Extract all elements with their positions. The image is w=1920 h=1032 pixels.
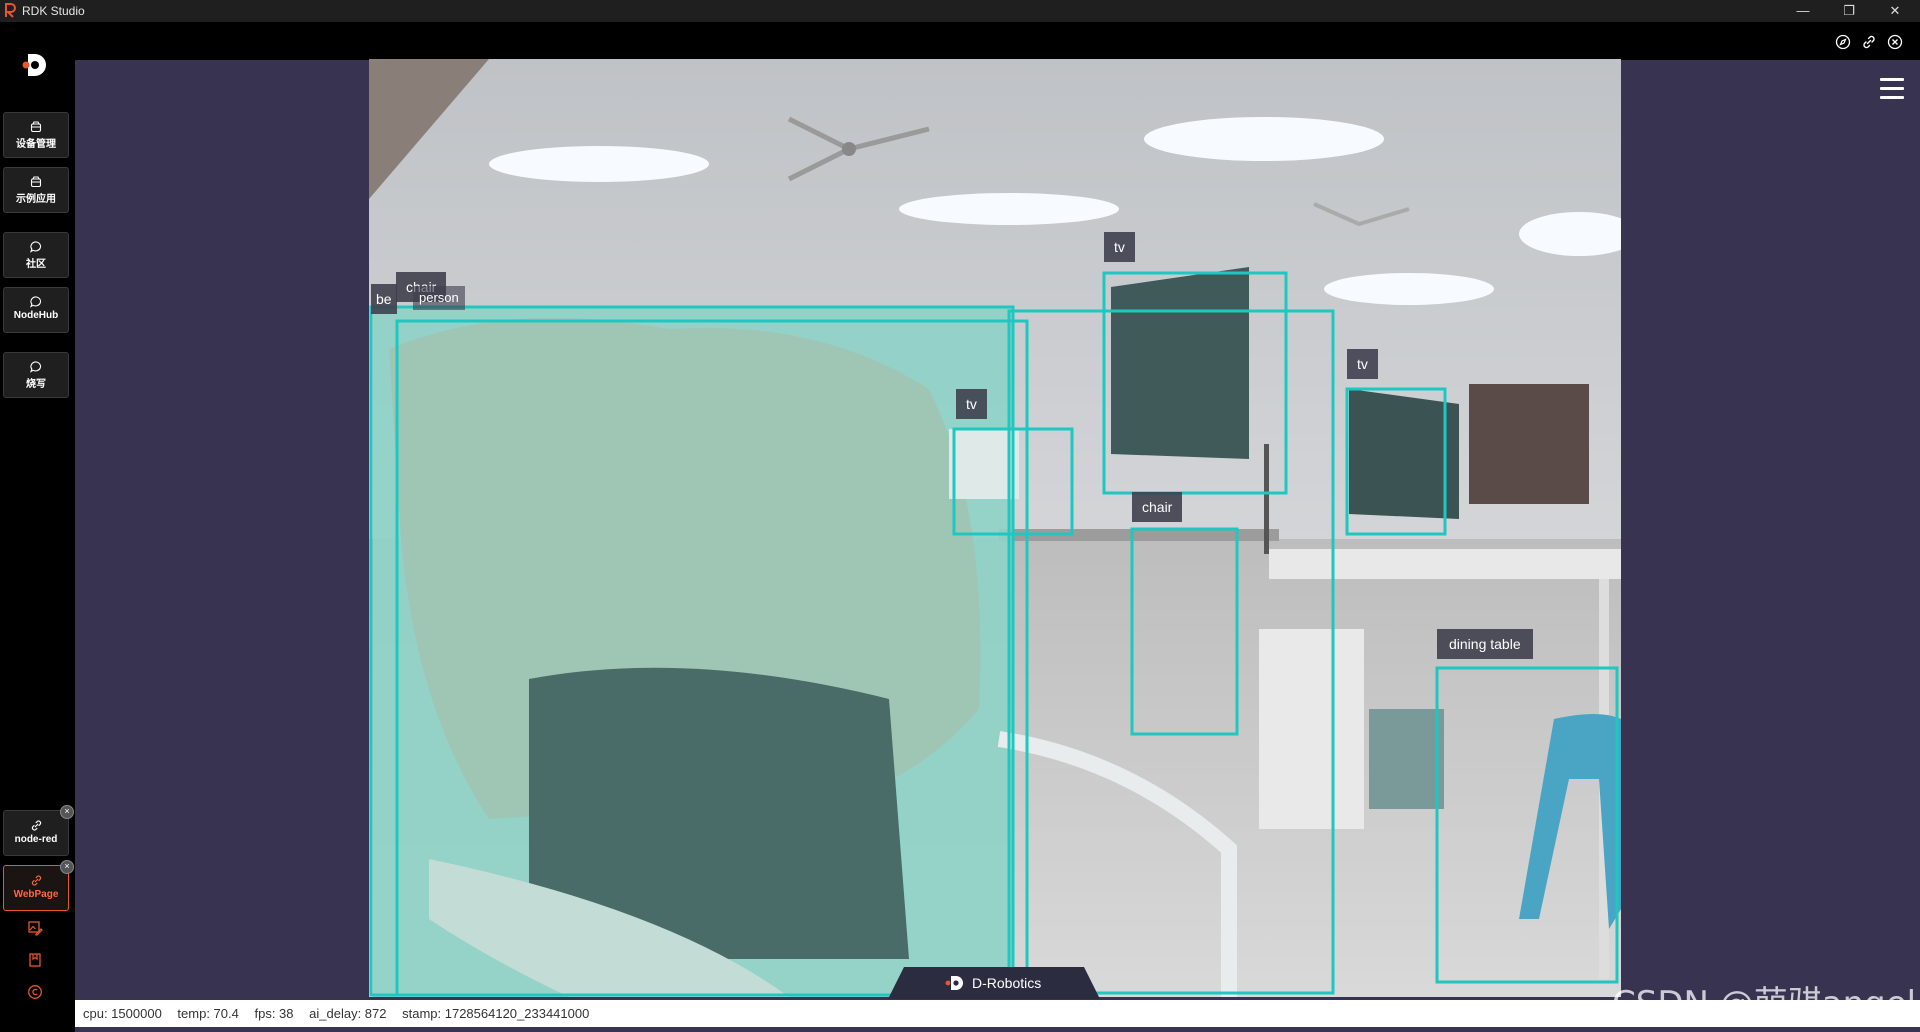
detection-label: tv <box>1104 232 1135 262</box>
pinned-tab-node-red[interactable]: node-red × <box>3 805 74 856</box>
d-robotics-logo-icon <box>945 976 963 990</box>
app-logo-icon <box>5 3 16 18</box>
brand-tag: D-Robotics <box>888 967 1100 999</box>
top-bar <box>0 22 1920 60</box>
title-bar: RDK Studio — ❐ ✕ <box>0 0 1920 22</box>
detection-label: be <box>371 284 397 314</box>
detection-label: tv <box>956 389 987 419</box>
detection-label: tv <box>1347 349 1378 379</box>
detection-label: dining table <box>1437 629 1533 659</box>
package-icon <box>30 176 42 188</box>
pinned-tab-label: WebPage <box>13 889 59 900</box>
minimize-button[interactable]: — <box>1780 0 1826 22</box>
chat-icon <box>29 241 41 253</box>
sidebar-item-nodehub[interactable]: NodeHub <box>3 287 69 333</box>
close-circle-icon[interactable] <box>1887 34 1903 50</box>
status-stamp: stamp: 1728564120_233441000 <box>402 1006 590 1021</box>
close-tab-icon[interactable]: × <box>60 805 74 819</box>
pinned-tab-label: node-red <box>14 834 58 845</box>
sidebar-item-label: 社区 <box>26 259 46 270</box>
link-icon[interactable] <box>1861 34 1877 50</box>
d-robotics-logo-icon <box>22 54 46 76</box>
window-title: RDK Studio <box>22 4 85 18</box>
compass-icon[interactable] <box>1835 34 1851 50</box>
status-cpu: cpu: 1500000 <box>83 1006 162 1021</box>
copyright-icon[interactable] <box>27 984 43 1000</box>
camera-frame <box>369 59 1621 997</box>
sidebar-item-label: 示例应用 <box>16 194 56 205</box>
status-temp: temp: 70.4 <box>177 1006 239 1021</box>
status-ai-delay: ai_delay: 872 <box>309 1006 387 1021</box>
watermark: CSDN @萌骐angel <box>1612 984 1917 1024</box>
brand-name: D-Robotics <box>972 975 1042 991</box>
close-tab-icon[interactable]: × <box>60 860 74 874</box>
detection-label: chair <box>1132 492 1183 522</box>
chat-icon <box>29 296 41 308</box>
pinned-tab-webpage[interactable]: WebPage × <box>3 860 74 911</box>
restore-icon: ❐ <box>1843 3 1855 18</box>
link-icon <box>31 875 41 886</box>
link-icon <box>31 820 41 831</box>
status-fps: fps: 38 <box>254 1006 294 1021</box>
sidebar-item-label: 烧写 <box>26 379 46 390</box>
chat-icon <box>29 361 41 373</box>
sidebar-item-flash[interactable]: 烧写 <box>3 352 69 398</box>
package-icon <box>30 121 42 133</box>
sidebar-item-community[interactable]: 社区 <box>3 232 69 278</box>
sidebar-item-label: NodeHub <box>13 310 59 321</box>
sidebar: 设备管理 示例应用 社区 NodeHub 烧写 node-red × WebPa… <box>0 22 75 1032</box>
sidebar-item-device-management[interactable]: 设备管理 <box>3 112 69 158</box>
menu-icon[interactable] <box>1880 78 1904 100</box>
detection-label: person <box>413 286 465 310</box>
restore-button[interactable]: ❐ <box>1826 0 1872 22</box>
close-icon: ✕ <box>1889 3 1901 18</box>
bookmark-icon[interactable] <box>27 952 43 968</box>
close-window-button[interactable]: ✕ <box>1872 0 1918 22</box>
image-edit-icon[interactable] <box>27 920 43 936</box>
minimize-icon: — <box>1796 3 1810 18</box>
camera-feed: chair be person tv tv tv chair dining ta… <box>369 59 1621 997</box>
sidebar-item-label: 设备管理 <box>16 139 56 150</box>
sidebar-item-sample-apps[interactable]: 示例应用 <box>3 167 69 213</box>
